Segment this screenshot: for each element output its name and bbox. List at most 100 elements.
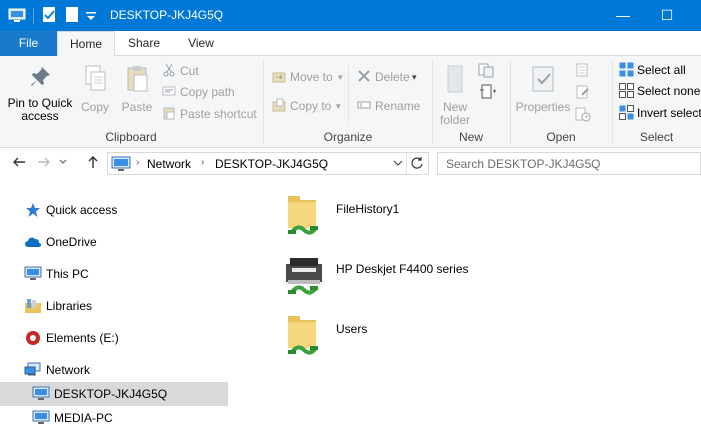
nav-libraries-label: Libraries [46,299,93,313]
pin-icon [4,64,76,93]
shared-folder-icon [282,312,326,361]
address-dropdown-icon[interactable] [392,156,404,173]
nav-network[interactable]: Network [0,358,228,382]
delete-x-icon [357,69,371,89]
cut-label: Cut [180,64,199,78]
properties-quick-icon[interactable] [41,6,61,26]
nav-libraries[interactable]: Libraries [0,294,228,318]
new-group-label: New [458,130,483,144]
pin-label-line2: access [21,109,59,123]
clipboard-group-label: Clipboard [105,130,157,144]
title-bar: DESKTOP-JKJ4G5Q — ☐ [0,0,701,31]
network-computer-icon [111,155,131,176]
select-all-label: Select all [637,63,686,77]
network-icon [24,362,42,381]
forward-arrow-icon[interactable] [34,155,54,173]
tab-file[interactable]: File [0,31,57,56]
open-group-label: Open [546,130,576,144]
breadcrumb-separator-icon: › [201,157,205,168]
address-bar[interactable]: › Network › DESKTOP-JKJ4G5Q [107,152,429,175]
new-item-icon [478,62,498,84]
breadcrumb-computer[interactable]: DESKTOP-JKJ4G5Q [215,157,328,171]
shared-printer-icon [282,252,326,301]
open-icon [575,62,591,84]
easy-access-button[interactable] [478,82,502,102]
easy-access-icon [478,84,498,106]
properties-button[interactable]: Properties [514,64,572,114]
edit-icon [575,84,591,106]
refresh-icon[interactable] [410,156,424,173]
nav-this-pc-label: This PC [46,267,89,281]
tab-home[interactable]: Home [57,31,115,57]
invert-selection-label: Invert selecti [637,106,701,120]
paste-shortcut-icon [162,106,176,126]
nav-this-pc[interactable]: This PC [0,262,228,286]
paste-icon [117,64,157,97]
ribbon: Pin to Quick access Copy Paste Cut Copy … [0,56,701,148]
recent-locations-chevron-icon[interactable] [56,155,70,173]
usb-drive-icon [25,330,41,349]
minimize-button[interactable]: — [600,0,646,31]
copy-label: Copy [80,100,109,114]
nav-onedrive[interactable]: OneDrive [0,230,228,254]
star-icon [25,202,41,221]
customize-quick-access-icon[interactable] [85,6,105,26]
tab-view[interactable]: View [174,31,228,56]
properties-label: Properties [515,100,571,114]
content-pane: FileHistory1 HP Deskjet F4400 series Use… [229,180,701,440]
paste-button[interactable]: Paste [117,64,157,114]
paste-label: Paste [121,100,153,114]
edit-button[interactable] [575,82,595,102]
history-icon [575,106,591,128]
tab-share[interactable]: Share [117,31,171,56]
select-all-icon [619,62,634,83]
move-to-icon [272,69,286,89]
maximize-button[interactable]: ☐ [644,0,690,31]
cloud-icon [24,234,42,253]
list-item[interactable]: HP Deskjet F4400 series [282,252,582,304]
nav-quick-access[interactable]: Quick access [0,198,228,222]
nav-media-pc[interactable]: MEDIA-PC [0,406,228,430]
libraries-icon [24,298,42,317]
copy-path-label: Copy path [180,85,235,99]
ribbon-tabs: File Home Share View [0,31,701,57]
back-arrow-icon[interactable] [9,155,29,173]
up-arrow-icon[interactable] [83,155,103,173]
pin-to-quick-access-button[interactable]: Pin to Quick access [4,64,76,123]
search-box[interactable]: Search DESKTOP-JKJ4G5Q [437,152,701,175]
copy-icon [77,64,113,97]
shared-folder-icon [282,192,326,241]
new-folder-button[interactable]: New folder [436,64,474,127]
nav-elements-drive-label: Elements (E:) [46,331,119,345]
copy-button[interactable]: Copy [77,64,113,114]
nav-elements-drive[interactable]: Elements (E:) [0,326,228,350]
computer-icon [32,410,50,429]
invert-selection-icon [619,105,634,126]
navigation-pane: Quick access OneDrive This PC Libraries … [0,180,228,440]
item-name: FileHistory1 [336,202,400,216]
address-row: › Network › DESKTOP-JKJ4G5Q Search DESKT… [0,149,701,179]
breadcrumb-network[interactable]: Network [147,157,191,171]
history-button[interactable] [575,104,595,124]
nav-desktop-computer-label: DESKTOP-JKJ4G5Q [54,387,168,401]
open-button[interactable] [575,60,595,80]
computer-icon [24,266,42,285]
delete-dropdown-icon: ▾ [412,72,417,82]
rename-label: Rename [375,99,421,113]
nav-media-pc-label: MEDIA-PC [54,411,113,425]
nav-desktop-computer[interactable]: DESKTOP-JKJ4G5Q [0,382,228,406]
rename-icon [357,98,371,118]
copy-to-dropdown-icon: ▾ [336,101,341,111]
search-input[interactable]: Search DESKTOP-JKJ4G5Q [446,157,601,171]
list-item[interactable]: FileHistory1 [282,192,582,244]
list-item[interactable]: Users [282,312,582,364]
nav-onedrive-label: OneDrive [46,235,97,249]
organize-divider [348,66,349,122]
item-name: HP Deskjet F4400 series [336,262,469,276]
select-group-label: Select [639,130,674,144]
new-folder-quick-icon[interactable] [64,6,84,26]
copy-path-icon [162,84,176,104]
new-folder-label-line2: folder [439,113,471,127]
explorer-app-icon[interactable] [8,6,28,26]
new-item-button[interactable] [478,60,502,80]
